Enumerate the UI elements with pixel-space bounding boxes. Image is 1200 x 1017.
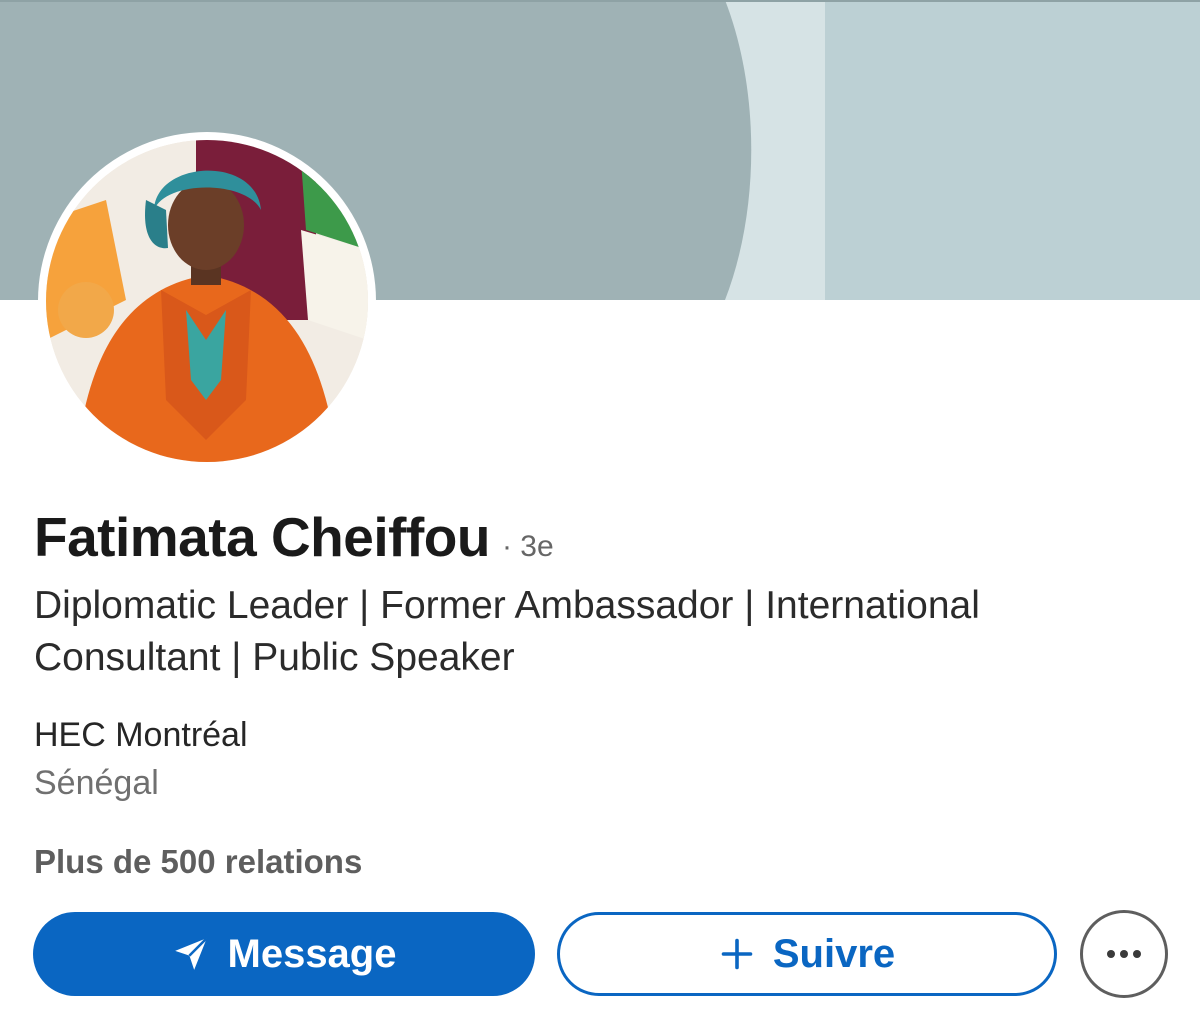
plus-icon [721, 938, 753, 970]
profile-photo-image [46, 140, 368, 462]
more-actions-button[interactable] [1080, 910, 1168, 998]
profile-name: Fatimata Cheiffou [34, 506, 490, 568]
message-button-label: Message [227, 931, 397, 976]
profile-location: Sénégal [34, 764, 159, 802]
profile-school[interactable]: HEC Montréal [34, 716, 248, 755]
profile-photo[interactable] [38, 132, 376, 470]
message-button[interactable]: Message [33, 912, 535, 996]
connections-count[interactable]: Plus de 500 relations [34, 843, 362, 881]
more-horizontal-icon [1107, 950, 1141, 958]
name-row: Fatimata Cheiffou · 3e [34, 505, 554, 569]
connection-degree: · 3e [501, 530, 554, 563]
follow-button-label: Suivre [772, 931, 896, 976]
send-icon [174, 937, 208, 970]
profile-headline: Diplomatic Leader | Former Ambassador | … [34, 584, 980, 679]
follow-button[interactable]: Suivre [557, 912, 1057, 996]
